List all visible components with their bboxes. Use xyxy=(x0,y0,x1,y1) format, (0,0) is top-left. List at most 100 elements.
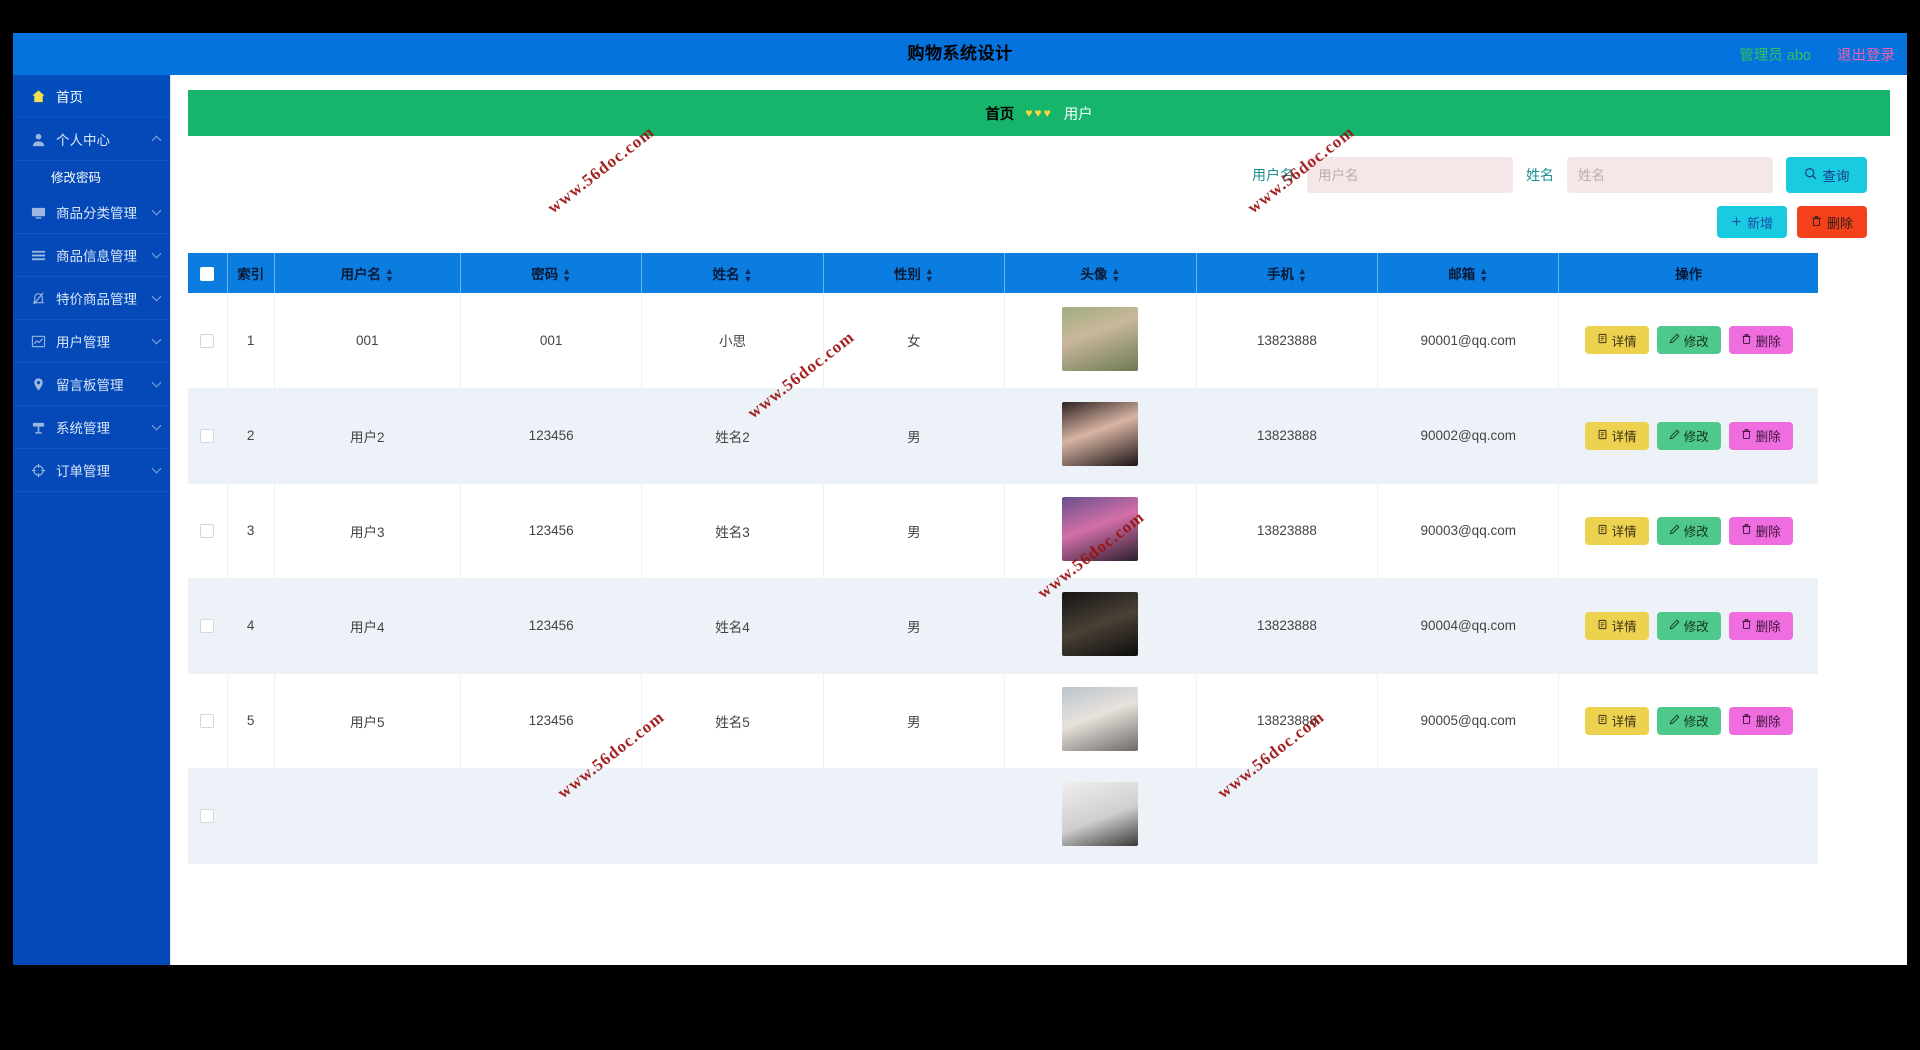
sidebar-item-system-mgmt[interactable]: 系统管理 xyxy=(13,406,170,449)
bulk-delete-button[interactable]: 删除 xyxy=(1797,206,1867,238)
add-button[interactable]: 新增 xyxy=(1717,206,1787,238)
table-cell-phone: 13823888 xyxy=(1196,673,1379,769)
table-header-name[interactable]: 姓名 ▲ ▼ xyxy=(641,253,824,293)
detail-button[interactable]: 详情 xyxy=(1584,611,1649,640)
table-header-phone[interactable]: 手机 ▲ ▼ xyxy=(1196,253,1379,293)
delete-button[interactable]: 删除 xyxy=(1728,706,1793,735)
row-action-group: 详情 修改 删除 xyxy=(1559,326,1818,355)
page-title: 购物系统设计 xyxy=(907,44,1013,63)
table-cell-name xyxy=(641,768,824,864)
trash-icon xyxy=(1811,215,1822,230)
select-all-checkbox[interactable] xyxy=(200,266,215,281)
detail-button[interactable]: 详情 xyxy=(1584,516,1649,545)
table-cell-index xyxy=(227,768,275,864)
edit-button[interactable]: 修改 xyxy=(1656,421,1721,450)
table-row: 1 001 001 小思女 13823888 90001@qq.com 详情 修改 删除 xyxy=(188,293,1818,389)
sidebar-item-user-mgmt[interactable]: 用户管理 xyxy=(13,320,170,363)
home-icon xyxy=(30,88,47,105)
table-row: 2 用户2 123456 姓名2 男 13823888 90002@qq.com 详情 修改 删除 xyxy=(188,388,1818,484)
table-cell-avatar xyxy=(1004,673,1197,769)
table-cell-avatar xyxy=(1004,578,1197,674)
detail-button[interactable]: 详情 xyxy=(1584,421,1649,450)
table-header-gender[interactable]: 性别 ▲ ▼ xyxy=(823,253,1006,293)
chart-icon xyxy=(30,333,47,350)
table-cell-ops: 详情 修改 删除 xyxy=(1558,293,1818,389)
username-search-input[interactable] xyxy=(1307,157,1513,193)
table-header-label: 操作 xyxy=(1675,267,1703,282)
table-header-avatar[interactable]: 头像 ▲ ▼ xyxy=(1004,253,1197,293)
table-cell-name: 姓名3 xyxy=(641,483,824,579)
sidebar-subitem-change-password[interactable]: 修改密码 xyxy=(13,161,170,191)
sort-arrows-icon[interactable]: ▲ ▼ xyxy=(925,267,934,284)
delete-button[interactable]: 删除 xyxy=(1728,516,1793,545)
bell-off-icon xyxy=(30,290,47,307)
table-cell-username: 用户2 xyxy=(274,388,462,484)
breadcrumb-home[interactable]: 首页 xyxy=(985,103,1014,124)
table-header-ops: 操作 xyxy=(1558,253,1818,293)
table-header-label: 性别 xyxy=(893,266,921,282)
table-header-label: 姓名 xyxy=(712,266,740,282)
sidebar-item-message-board-mgmt[interactable]: 留言板管理 xyxy=(13,363,170,406)
avatar xyxy=(1062,592,1139,656)
table-header-email[interactable]: 邮箱 ▲ ▼ xyxy=(1377,253,1560,293)
row-checkbox[interactable] xyxy=(200,619,215,634)
sidebar-item-product-info-mgmt[interactable]: 商品信息管理 xyxy=(13,234,170,277)
sort-arrows-icon[interactable]: ▲ ▼ xyxy=(385,267,394,284)
table-header-username[interactable]: 用户名 ▲ ▼ xyxy=(274,253,462,293)
sort-arrows-icon[interactable]: ▲ ▼ xyxy=(562,267,571,284)
table-cell-email: 90002@qq.com xyxy=(1377,388,1560,484)
detail-button-label: 详情 xyxy=(1611,430,1637,444)
username-filter-label: 用户名 xyxy=(1252,167,1294,183)
logout-link[interactable]: 退出登录 xyxy=(1837,44,1895,65)
table-cell-avatar xyxy=(1004,388,1197,484)
name-search-input[interactable] xyxy=(1567,157,1773,193)
sort-arrows-icon[interactable]: ▲ ▼ xyxy=(744,267,753,284)
detail-button[interactable]: 详情 xyxy=(1584,706,1649,735)
sidebar-item-order-mgmt-label: 订单管理 xyxy=(56,464,110,479)
edit-button[interactable]: 修改 xyxy=(1656,516,1721,545)
sidebar-item-personal-center[interactable]: 个人中心 xyxy=(13,118,170,161)
search-button-label: 查询 xyxy=(1822,169,1850,184)
file-icon xyxy=(1597,619,1608,633)
edit-button[interactable]: 修改 xyxy=(1656,706,1721,735)
table-header-password[interactable]: 密码 ▲ ▼ xyxy=(460,253,643,293)
detail-button[interactable]: 详情 xyxy=(1584,326,1649,355)
row-checkbox[interactable] xyxy=(200,809,215,824)
sidebar-item-home[interactable]: 首页 xyxy=(13,75,170,118)
table-cell-chk xyxy=(188,293,228,389)
table-header-label: 邮箱 xyxy=(1448,266,1476,282)
sort-arrows-icon[interactable]: ▲ ▼ xyxy=(1298,267,1307,284)
table-cell-index: 4 xyxy=(227,578,275,674)
avatar xyxy=(1062,687,1139,751)
table-cell-avatar xyxy=(1004,483,1197,579)
detail-button-label: 详情 xyxy=(1611,334,1637,349)
table-cell-chk xyxy=(188,673,228,769)
row-checkbox[interactable] xyxy=(200,524,215,539)
edit-button[interactable]: 修改 xyxy=(1656,611,1721,640)
row-checkbox[interactable] xyxy=(200,429,215,444)
sort-arrows-icon[interactable]: ▲ ▼ xyxy=(1111,267,1120,284)
trash-icon xyxy=(1741,618,1752,633)
table-cell-gender: 男 xyxy=(823,673,1006,769)
header-right-group: 管理员 abo 退出登录 xyxy=(1739,33,1895,75)
row-action-group: 详情 修改 删除 xyxy=(1559,516,1818,545)
chevron-down-icon xyxy=(151,334,162,345)
table-header-label: 手机 xyxy=(1266,266,1294,282)
table-cell-ops xyxy=(1558,768,1818,864)
sort-arrows-icon[interactable]: ▲ ▼ xyxy=(1479,267,1488,284)
sidebar-item-category-mgmt[interactable]: 商品分类管理 xyxy=(13,191,170,234)
delete-button[interactable]: 删除 xyxy=(1728,611,1793,640)
row-checkbox[interactable] xyxy=(200,714,215,729)
row-checkbox[interactable] xyxy=(200,333,215,348)
sidebar-item-special-price-mgmt[interactable]: 特价商品管理 xyxy=(13,277,170,320)
search-button[interactable]: 查询 xyxy=(1786,157,1867,193)
user-table-container: 索引 用户名 ▲ ▼ 密码 ▲ ▼ 姓名 ▲ ▼ 性别 ▲ ▼ 头像 ▲ ▼ 手机 ▲ ▼ 邮箱 ▲ ▼ 操作 1 001 00… xyxy=(188,253,1890,864)
trash-icon xyxy=(1741,523,1752,538)
delete-button[interactable]: 删除 xyxy=(1728,421,1793,450)
row-action-group: 详情 修改 删除 xyxy=(1559,611,1818,640)
edit-button[interactable]: 修改 xyxy=(1656,326,1721,355)
location-pin-icon xyxy=(30,376,47,393)
table-cell-password: 123456 xyxy=(460,483,643,579)
sidebar-item-order-mgmt[interactable]: 订单管理 xyxy=(13,449,170,492)
delete-button[interactable]: 删除 xyxy=(1728,326,1793,355)
